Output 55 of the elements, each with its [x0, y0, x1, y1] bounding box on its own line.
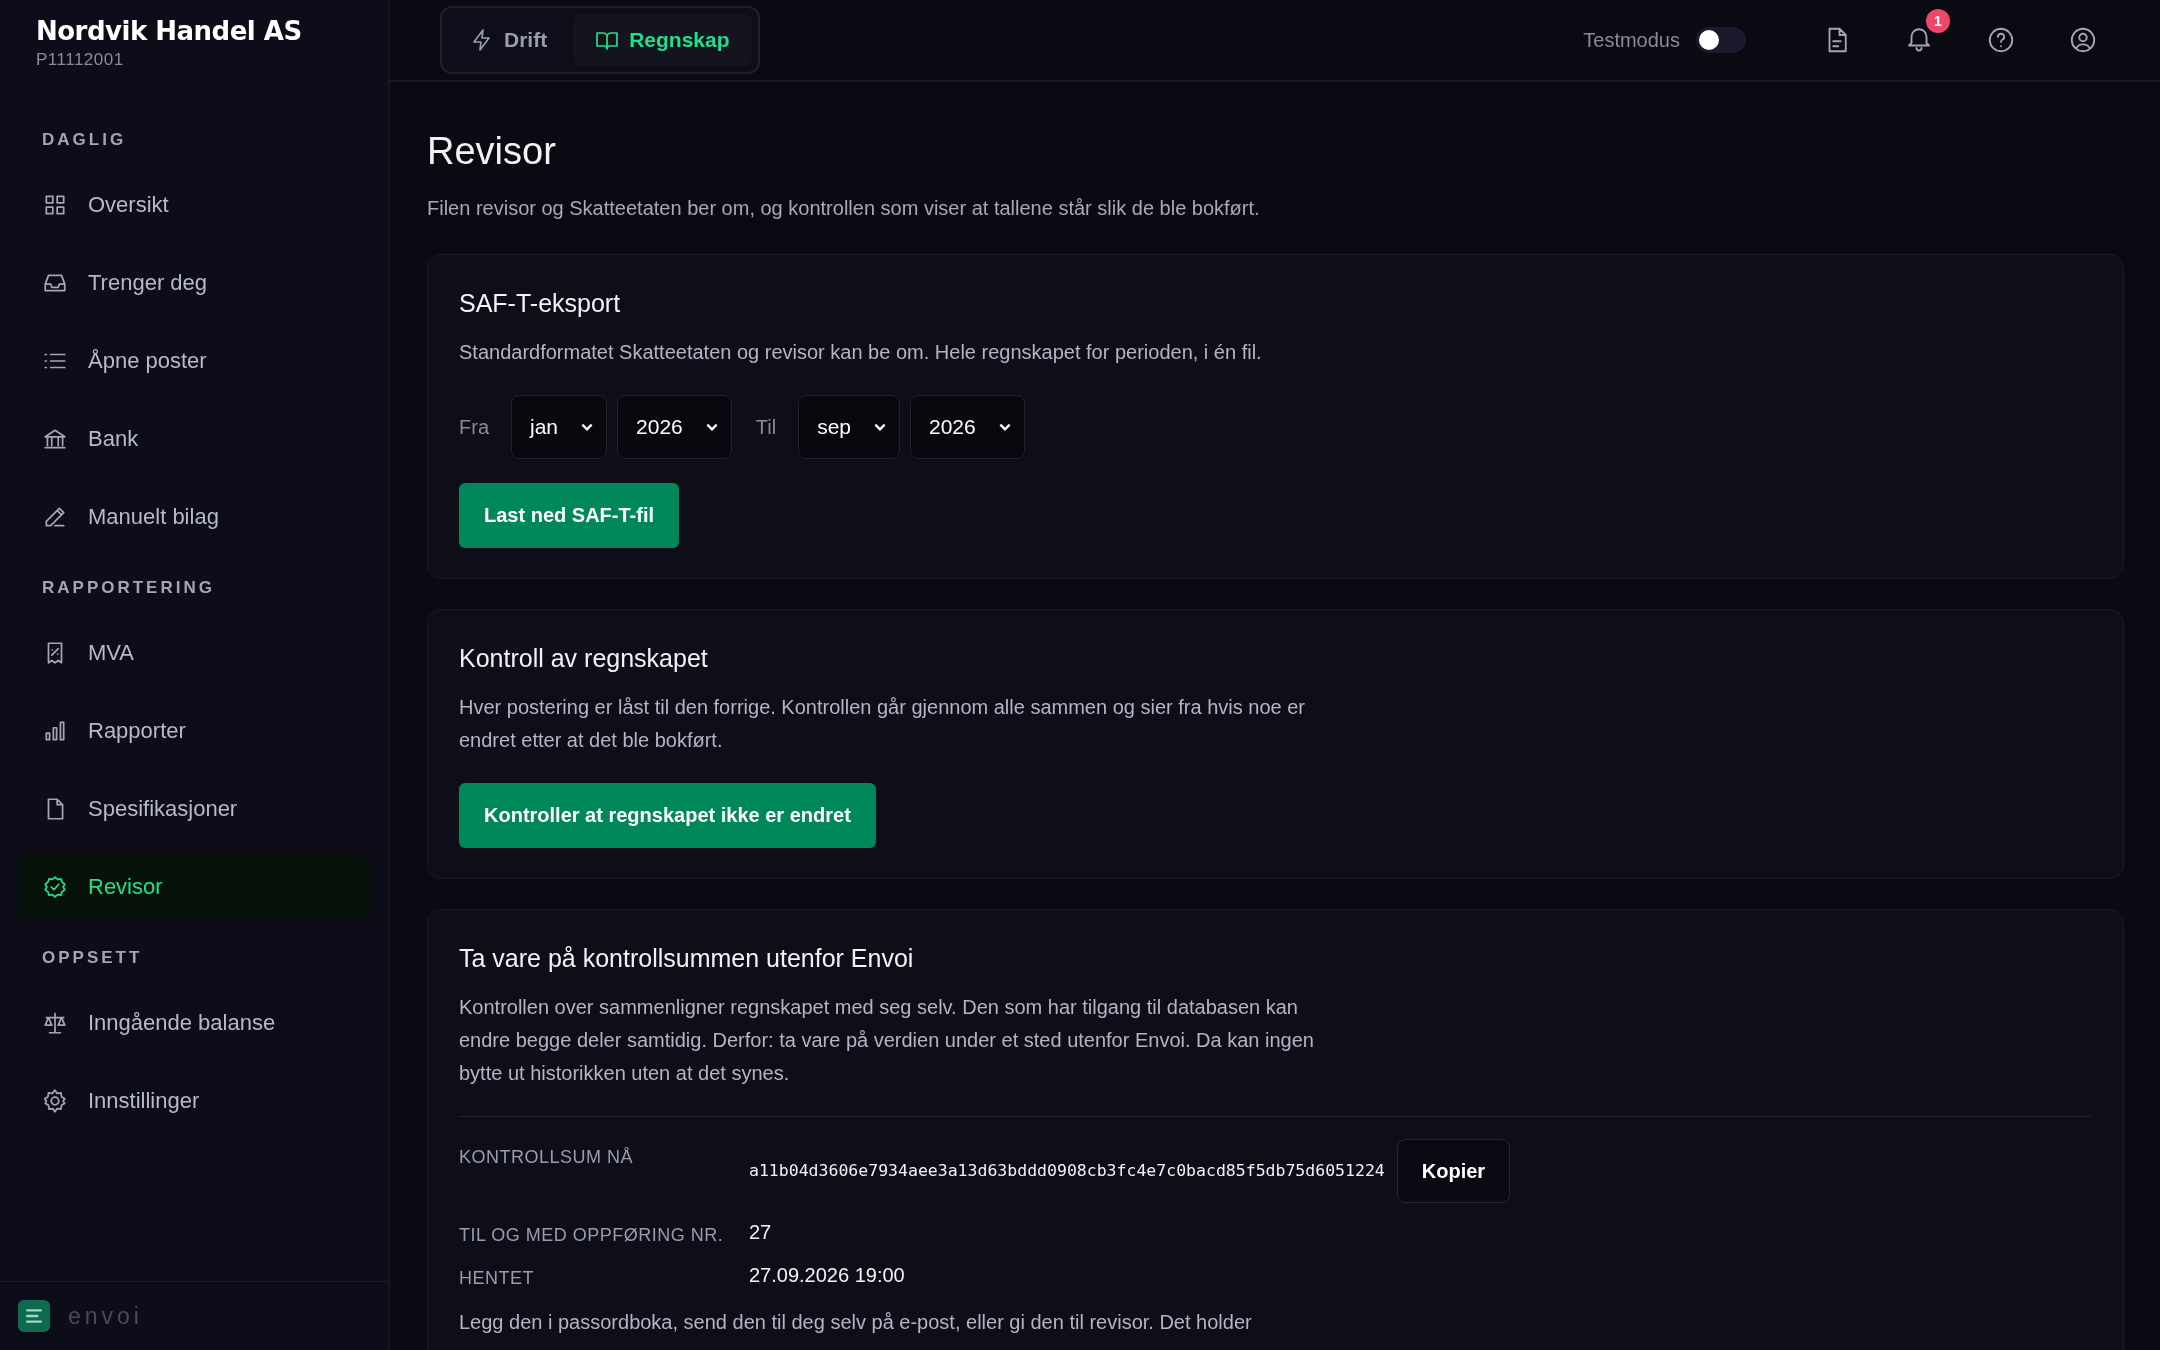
to-label: Til — [755, 415, 777, 439]
page-subtitle: Filen revisor og Skatteetaten ber om, og kontrollen som viser at tallene står slik de ble bokført. — [427, 197, 1261, 220]
card-description: Hver postering er låst til den forrige. Kontrollen går gjennom alle sammen og sier fra hvis noe er endret etter at det ble bokført. — [459, 695, 1306, 753]
tab[interactable]: Regnskap — [573, 14, 752, 66]
sidebar-item[interactable]: Oversikt — [18, 172, 370, 238]
check-badge-icon — [42, 874, 68, 900]
year-select[interactable]: 2026 — [617, 395, 732, 459]
sidebar-item[interactable]: Spesifikasjoner — [18, 776, 370, 842]
sidebar-item[interactable]: MVA — [18, 620, 370, 686]
logo-icon — [18, 1300, 50, 1332]
verify-button[interactable]: Kontroller at regnskapet ikke er endret — [459, 783, 876, 848]
field-label: KONTROLLSUM NÅ — [459, 1146, 635, 1168]
company-id: P11112001 — [36, 50, 125, 70]
brand-name: envoi — [68, 1302, 143, 1330]
sidebar-item[interactable]: Åpne poster — [18, 328, 370, 394]
field-label: TIL OG MED OPPFØRING NR. — [459, 1224, 725, 1246]
notification-badge: 1 — [1926, 9, 1950, 33]
sidebar-item[interactable]: Rapporter — [18, 698, 370, 764]
help-icon[interactable] — [1986, 25, 2016, 55]
page-title: Revisor — [427, 130, 557, 173]
toggle-switch[interactable] — [1696, 27, 1746, 53]
company-name: Nordvik Handel AS — [36, 16, 303, 46]
card-title: Kontroll av regnskapet — [459, 644, 709, 673]
sidebar-item[interactable]: Inngående balanse — [18, 990, 370, 1056]
sidebar-item[interactable]: Bank — [18, 406, 370, 472]
section-heading: OPPSETT — [41, 948, 144, 968]
from-label: Fra — [459, 415, 489, 439]
grid-icon — [42, 192, 68, 218]
card-title: SAF-T-eksport — [459, 289, 622, 318]
field-value: 27 — [749, 1220, 772, 1244]
field-value: a11b04d3606e7934aee3a13d63bddd0908cb3fc4e7c0bacd85f5db75d6051224 — [749, 1160, 1385, 1180]
sidebar-item[interactable]: Trenger deg — [18, 250, 370, 316]
user-icon[interactable] — [2068, 25, 2098, 55]
tab[interactable]: Drift — [448, 14, 570, 66]
sidebar-item[interactable]: Innstillinger — [18, 1068, 370, 1134]
card-title: Ta vare på kontrollsummen utenfor Envoi — [459, 944, 915, 973]
bar-chart-icon — [42, 718, 68, 744]
note-text: Legg den i passordboka, send den til deg selv på e-post, eller gi den til revisor. Det holder — [459, 1311, 1253, 1334]
field-label: HENTET — [459, 1267, 535, 1289]
copy-button[interactable]: Kopier — [1396, 1139, 1511, 1203]
sidebar-item[interactable]: Manuelt bilag — [18, 484, 370, 550]
download-button[interactable]: Last ned SAF-T-fil — [459, 483, 679, 548]
month-select[interactable]: jan — [511, 395, 608, 459]
field-value: 27.09.2026 19:00 — [749, 1263, 905, 1287]
year-select[interactable]: 2026 — [910, 395, 1025, 459]
scale-icon — [42, 1010, 68, 1036]
month-select[interactable]: sep — [798, 395, 900, 459]
card-description: Standardformatet Skatteetaten og revisor kan be om. Hele regnskapet for perioden, i én fil. — [459, 340, 1263, 365]
test-mode-label: Testmodus — [1583, 28, 1680, 52]
gear-icon — [42, 1088, 68, 1114]
sidebar-item[interactable]: Revisor — [18, 854, 370, 920]
section-heading: RAPPORTERING — [41, 578, 216, 598]
card-description: Kontrollen over sammenligner regnskapet med seg selv. Den som har tilgang til databasen kan endre begge deler samtidig. Derfor: ta vare på verdien under et sted utenfor Envoi. Da kan ingen bytte ut historikken uten at det synes. — [459, 995, 1315, 1086]
pencil-icon — [42, 504, 68, 530]
section-heading: DAGLIG — [41, 130, 128, 150]
